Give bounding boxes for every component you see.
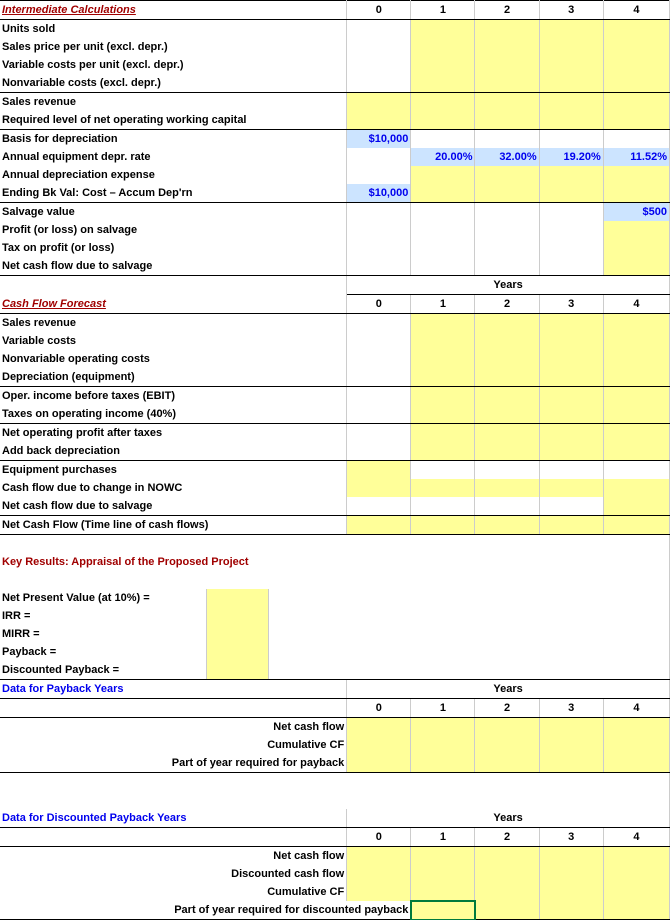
years-hdr: Years bbox=[347, 276, 670, 295]
sec2-title: Cash Flow Forecast bbox=[0, 295, 347, 314]
label: Cumulative CF bbox=[0, 883, 347, 901]
label: Tax on profit (or loss) bbox=[0, 239, 347, 257]
irr-value[interactable] bbox=[206, 607, 268, 625]
hdr-y1: 1 bbox=[411, 1, 475, 20]
label: Net cash flow due to salvage bbox=[0, 257, 347, 276]
label: Profit (or loss) on salvage bbox=[0, 221, 347, 239]
hdr-y2: 2 bbox=[475, 1, 539, 20]
salvage-value[interactable]: $500 bbox=[603, 203, 669, 222]
label: Part of year required for discounted pay… bbox=[0, 901, 411, 920]
label: Net Cash Flow (Time line of cash flows) bbox=[0, 516, 347, 535]
label: Ending Bk Val: Cost – Accum Dep'rn bbox=[0, 184, 347, 203]
label: Variable costs bbox=[0, 332, 347, 350]
label: Basis for depreciation bbox=[0, 130, 347, 149]
rate-y3[interactable]: 19.20% bbox=[539, 148, 603, 166]
sec1-title: Intermediate Calculations bbox=[0, 1, 347, 20]
label: Nonvariable costs (excl. depr.) bbox=[0, 74, 347, 93]
sec4-title: Data for Payback Years bbox=[0, 680, 347, 699]
label: Sales revenue bbox=[0, 93, 347, 112]
basis-value[interactable]: $10,000 bbox=[347, 130, 411, 149]
label: Net operating profit after taxes bbox=[0, 424, 347, 443]
label: Annual depreciation expense bbox=[0, 166, 347, 184]
label: Payback = bbox=[0, 643, 206, 661]
payback-value[interactable] bbox=[206, 643, 268, 661]
label: Annual equipment depr. rate bbox=[0, 148, 347, 166]
label: Net cash flow bbox=[0, 718, 347, 737]
rate-y1[interactable]: 20.00% bbox=[411, 148, 475, 166]
hdr-y4: 4 bbox=[603, 1, 669, 20]
label: Add back depreciation bbox=[0, 442, 347, 461]
label: Sales price per unit (excl. depr.) bbox=[0, 38, 347, 56]
label: Part of year required for payback bbox=[0, 754, 347, 773]
label: Net cash flow bbox=[0, 847, 347, 866]
label: Salvage value bbox=[0, 203, 347, 222]
rate-y4[interactable]: 11.52% bbox=[603, 148, 669, 166]
rate-y2[interactable]: 32.00% bbox=[475, 148, 539, 166]
label: Cumulative CF bbox=[0, 736, 347, 754]
label: Sales revenue bbox=[0, 314, 347, 333]
npv-value[interactable] bbox=[206, 589, 268, 607]
endbk-value[interactable]: $10,000 bbox=[347, 184, 411, 203]
sec3-title: Key Results: Appraisal of the Proposed P… bbox=[0, 553, 670, 571]
mirr-value[interactable] bbox=[206, 625, 268, 643]
label: Discounted Payback = bbox=[0, 661, 206, 680]
label: Discounted cash flow bbox=[0, 865, 347, 883]
label: Required level of net operating working … bbox=[0, 111, 347, 130]
label: Oper. income before taxes (EBIT) bbox=[0, 387, 347, 406]
label: Nonvariable operating costs bbox=[0, 350, 347, 368]
hdr-y3: 3 bbox=[539, 1, 603, 20]
sec5-title: Data for Discounted Payback Years bbox=[0, 809, 347, 828]
label: Equipment purchases bbox=[0, 461, 347, 480]
label: Net cash flow due to salvage bbox=[0, 497, 347, 516]
label: Taxes on operating income (40%) bbox=[0, 405, 347, 424]
label: Depreciation (equipment) bbox=[0, 368, 347, 387]
spreadsheet[interactable]: Intermediate Calculations 0 1 2 3 4 Unit… bbox=[0, 0, 670, 920]
label: Variable costs per unit (excl. depr.) bbox=[0, 56, 347, 74]
label: Cash flow due to change in NOWC bbox=[0, 479, 347, 497]
label: Net Present Value (at 10%) = bbox=[0, 589, 206, 607]
disc-payback-value[interactable] bbox=[206, 661, 268, 680]
label: MIRR = bbox=[0, 625, 206, 643]
label: IRR = bbox=[0, 607, 206, 625]
selected-cell[interactable] bbox=[411, 901, 475, 920]
label: Units sold bbox=[0, 20, 347, 39]
hdr-y0: 0 bbox=[347, 1, 411, 20]
